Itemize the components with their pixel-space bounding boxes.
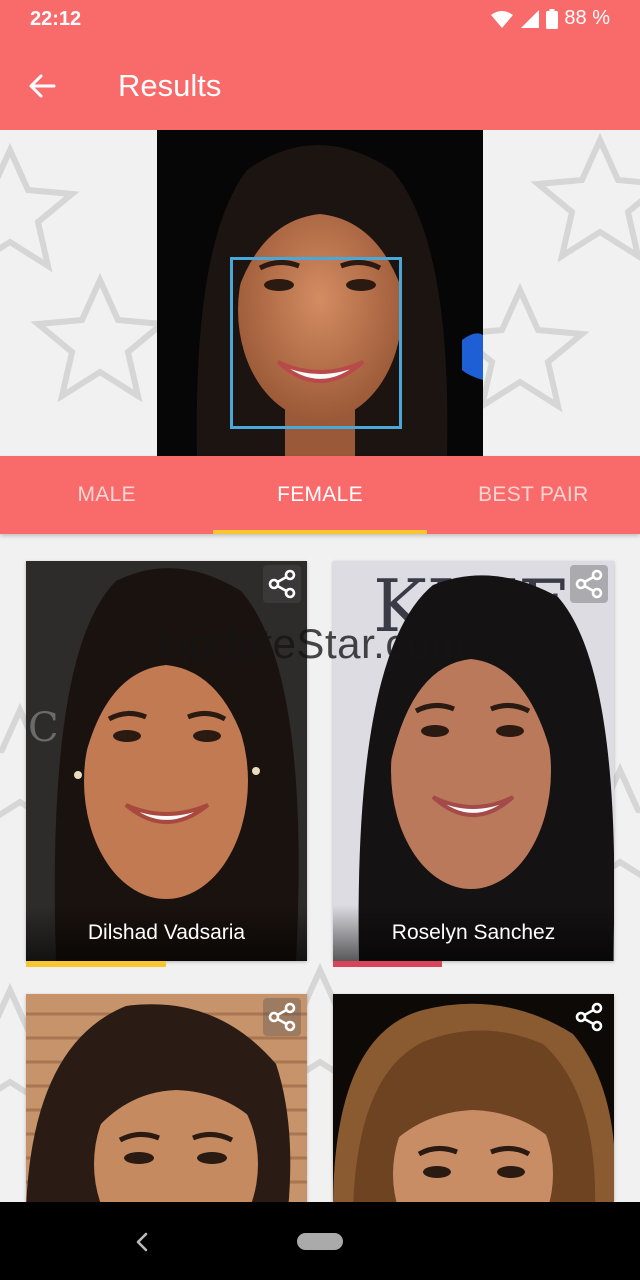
share-button[interactable] <box>263 565 301 603</box>
result-card[interactable] <box>26 994 307 1210</box>
match-score-bar <box>333 961 442 967</box>
tab-male-label: MALE <box>77 483 136 506</box>
chevron-left-icon <box>136 1232 148 1252</box>
watermark: UpdateStar.com <box>158 620 467 667</box>
arrow-back-icon <box>29 74 56 98</box>
share-icon <box>268 1002 296 1032</box>
share-button[interactable] <box>570 565 608 603</box>
svg-text:C: C <box>28 705 59 751</box>
nav-home-pill[interactable] <box>297 1233 343 1250</box>
wifi-icon <box>491 10 514 28</box>
celebrity-name: Dilshad Vadsaria <box>26 905 307 961</box>
share-icon <box>575 1002 603 1032</box>
status-bar: 22:12 88 % <box>0 0 640 40</box>
share-icon <box>268 569 296 599</box>
tab-female[interactable]: FEMALE <box>213 456 427 534</box>
battery-icon <box>546 8 559 29</box>
gender-tabs: MALE FEMALE BEST PAIR <box>0 456 640 534</box>
status-time: 22:12 <box>30 8 82 30</box>
system-nav-bar <box>0 1202 640 1280</box>
celebrity-name: Roselyn Sanchez <box>333 905 614 961</box>
back-button[interactable] <box>18 62 66 110</box>
tab-best-pair-label: BEST PAIR <box>478 483 589 506</box>
result-card[interactable] <box>333 994 614 1210</box>
app-bar: Results <box>0 40 640 130</box>
tab-best-pair[interactable]: BEST PAIR <box>427 456 640 534</box>
tab-male[interactable]: MALE <box>0 456 213 534</box>
nav-back-button[interactable] <box>128 1228 156 1256</box>
analyzed-photo <box>157 130 483 456</box>
active-tab-indicator <box>213 530 427 534</box>
face-detection-box <box>230 257 402 429</box>
share-icon <box>575 569 603 599</box>
share-button[interactable] <box>570 998 608 1036</box>
battery-percent: 88 % <box>564 7 610 29</box>
match-score-bar <box>26 961 166 967</box>
signal-icon <box>521 9 540 28</box>
page-title: Results <box>118 68 222 103</box>
share-button[interactable] <box>263 998 301 1036</box>
tab-female-label: FEMALE <box>277 483 363 506</box>
results-screen: 22:12 88 % Results MALE FEMALE BEST PAIR… <box>0 0 640 1280</box>
status-icons: 88 % <box>490 7 610 30</box>
